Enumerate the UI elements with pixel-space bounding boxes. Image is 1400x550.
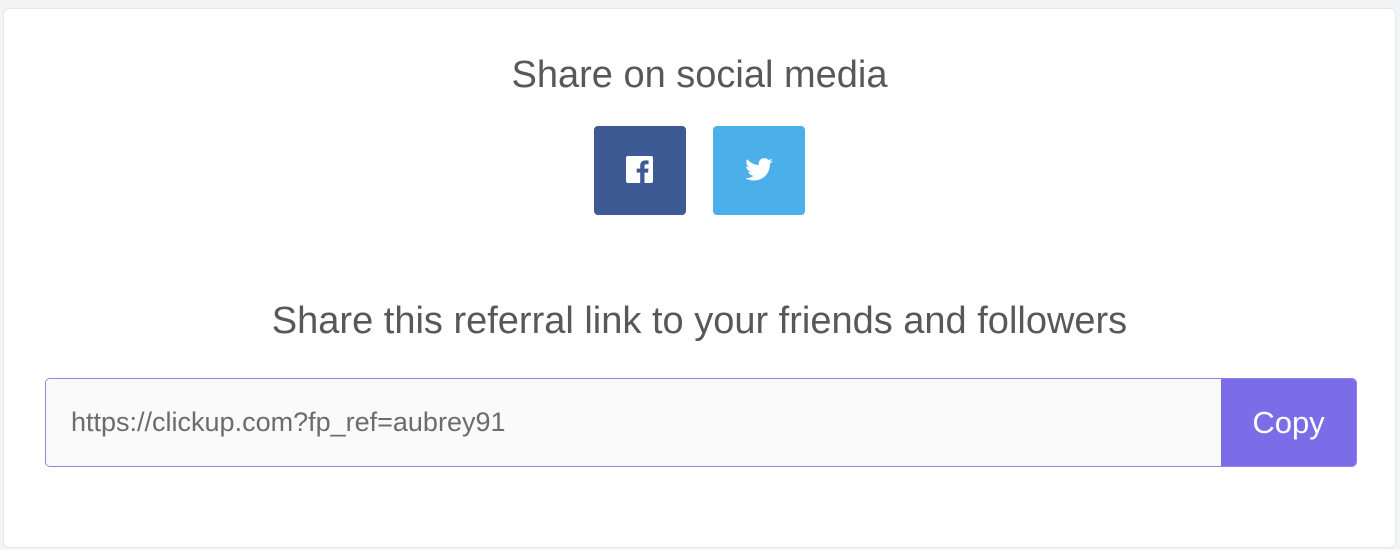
share-card: Share on social media Share this referra… [3,8,1396,548]
social-heading: Share on social media [511,54,888,96]
facebook-icon [626,155,653,186]
facebook-share-button[interactable] [593,126,686,215]
twitter-icon [744,157,773,184]
referral-link-group: Copy [45,378,1357,467]
referral-link-input[interactable] [46,379,1221,466]
referral-heading: Share this referral link to your friends… [271,300,1128,342]
twitter-share-button[interactable] [712,126,805,215]
social-buttons [4,126,1395,215]
copy-button[interactable]: Copy [1221,379,1356,466]
